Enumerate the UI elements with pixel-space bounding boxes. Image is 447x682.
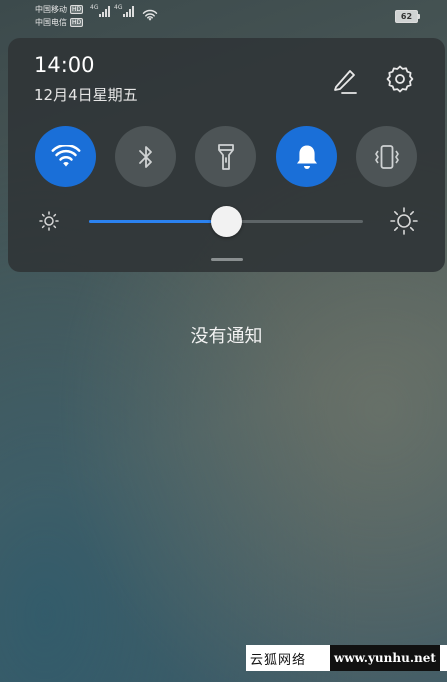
- bell-icon: [296, 145, 317, 169]
- carrier-2: 中国电信 HD: [35, 16, 84, 29]
- toggle-bluetooth[interactable]: [115, 126, 176, 187]
- clock-date: 12月4日星期五: [34, 86, 138, 104]
- toggle-wifi[interactable]: [35, 126, 96, 187]
- brightness-slider-fill: [89, 220, 226, 223]
- toggle-sound[interactable]: [276, 126, 337, 187]
- panel-drag-handle[interactable]: [211, 258, 243, 261]
- settings-button[interactable]: [384, 63, 416, 95]
- hd-badge: HD: [70, 5, 84, 14]
- watermark-brand: 云狐网络: [250, 652, 307, 668]
- network-type: 4G: [90, 4, 99, 11]
- status-bar: 中国移动 HD 中国电信 HD 4G 4G 62: [0, 0, 447, 30]
- watermark: 云狐网络 www.yunhu.net: [246, 645, 447, 671]
- carrier-2-name: 中国电信: [35, 18, 67, 27]
- toggle-vibrate[interactable]: [356, 126, 417, 187]
- hd-badge: HD: [70, 18, 84, 27]
- signal-strength-icon: 4G: [90, 4, 110, 17]
- flashlight-icon: [217, 143, 234, 170]
- toggle-flashlight[interactable]: [195, 126, 256, 187]
- carrier-list: 中国移动 HD 中国电信 HD: [35, 3, 84, 29]
- carrier-1-name: 中国移动: [35, 5, 67, 14]
- edit-button[interactable]: [328, 63, 360, 95]
- brightness-low-icon: [38, 210, 60, 236]
- signal-indicators: 4G 4G: [90, 4, 134, 17]
- brightness-slider-thumb[interactable]: [211, 206, 242, 237]
- carrier-1: 中国移动 HD: [35, 3, 84, 16]
- bluetooth-icon: [138, 145, 152, 168]
- pencil-icon: [334, 70, 357, 94]
- gear-icon: [386, 65, 414, 93]
- battery-indicator: 62: [395, 10, 420, 23]
- network-type: 4G: [114, 4, 123, 11]
- wifi-status-icon: [142, 7, 158, 26]
- signal-strength-icon: 4G: [114, 4, 134, 17]
- watermark-url: www.yunhu.net: [330, 645, 440, 671]
- empty-notifications-text: 没有通知: [190, 326, 263, 347]
- vibrate-icon: [374, 144, 399, 169]
- brightness-high-icon: [389, 206, 419, 240]
- brightness-slider[interactable]: [89, 206, 363, 237]
- clock-time: 14:00: [34, 53, 95, 77]
- wifi-icon: [51, 144, 80, 166]
